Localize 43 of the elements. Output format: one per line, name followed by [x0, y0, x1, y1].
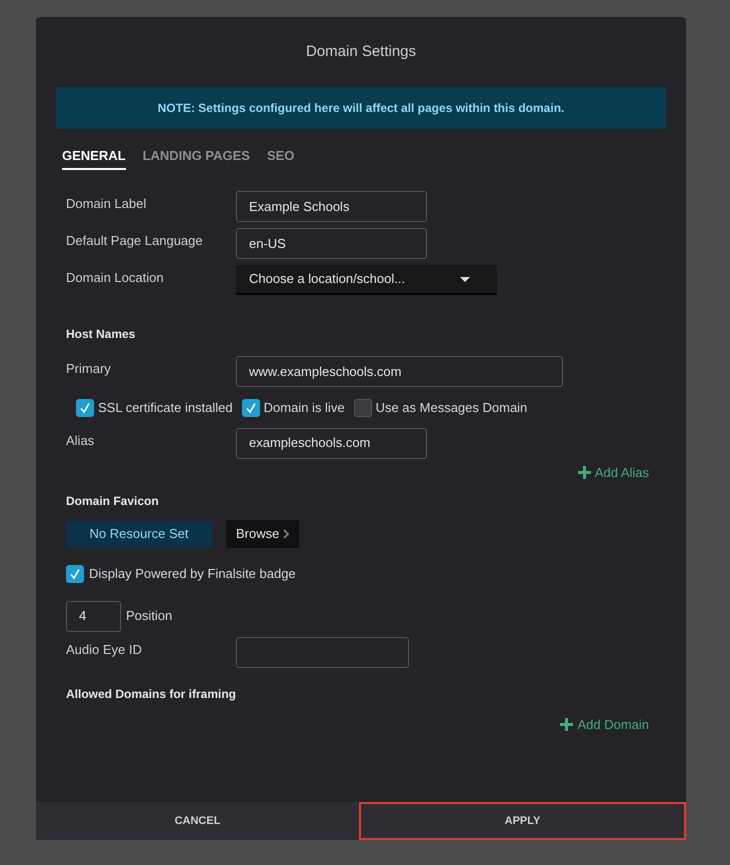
input-field[interactable] [236, 636, 409, 668]
tab[interactable]: LANDING PAGES [142, 146, 250, 170]
checkbox-label: SSL certificate installed [98, 399, 233, 417]
checkbox-label: Use as Messages Domain [376, 399, 528, 417]
add-alias-link[interactable]: Add Alias [578, 462, 649, 482]
check-icon [69, 568, 81, 580]
chevron-right-icon [283, 529, 290, 539]
plus-icon [578, 466, 591, 479]
note-banner: NOTE: Settings configured here will affect all pages within this domain. [56, 87, 666, 129]
check-icon [79, 402, 91, 414]
plus-icon [560, 718, 574, 731]
checkbox[interactable] [66, 564, 84, 583]
section-heading: Allowed Domains for iframing [66, 686, 238, 702]
checkbox[interactable] [76, 398, 94, 417]
tab[interactable]: SEO [266, 146, 294, 170]
tab[interactable]: GENERAL [62, 146, 126, 170]
field-label: Domain Location [66, 269, 165, 287]
field-label: Default Page Language [66, 232, 204, 250]
footer-button[interactable]: CANCEL [36, 802, 359, 840]
field-label: Audio Eye ID [66, 640, 143, 659]
field-label: Domain Label [66, 195, 148, 213]
add-domain-link[interactable]: Add Domain [560, 714, 649, 734]
input-field[interactable]: Example Schools [236, 191, 427, 222]
footer-button[interactable]: APPLY [359, 802, 686, 840]
checkbox[interactable] [242, 398, 260, 417]
check-icon [244, 402, 257, 414]
browse-button[interactable]: Browse [226, 520, 300, 548]
location-dropdown[interactable]: Choose a location/school... [236, 265, 497, 295]
resource-field: No Resource Set [66, 521, 212, 547]
input-field[interactable]: www.exampleschools.com [236, 356, 563, 387]
input-field[interactable]: en-US [236, 228, 427, 259]
field-label: Alias [66, 432, 96, 450]
field-label: Primary [66, 360, 112, 378]
field-label: Position [126, 607, 172, 626]
checkbox-label: Display Powered by Finalsite badge [89, 565, 296, 583]
caret-icon [460, 276, 470, 282]
input-field[interactable]: exampleschools.com [236, 428, 427, 458]
checkbox-label: Domain is live [264, 399, 345, 417]
position-field[interactable]: 4 [66, 600, 121, 632]
dialog-title: Domain Settings [306, 42, 416, 62]
section-heading: Host Names [66, 326, 136, 343]
section-heading: Domain Favicon [66, 493, 160, 510]
checkbox[interactable] [354, 398, 372, 417]
